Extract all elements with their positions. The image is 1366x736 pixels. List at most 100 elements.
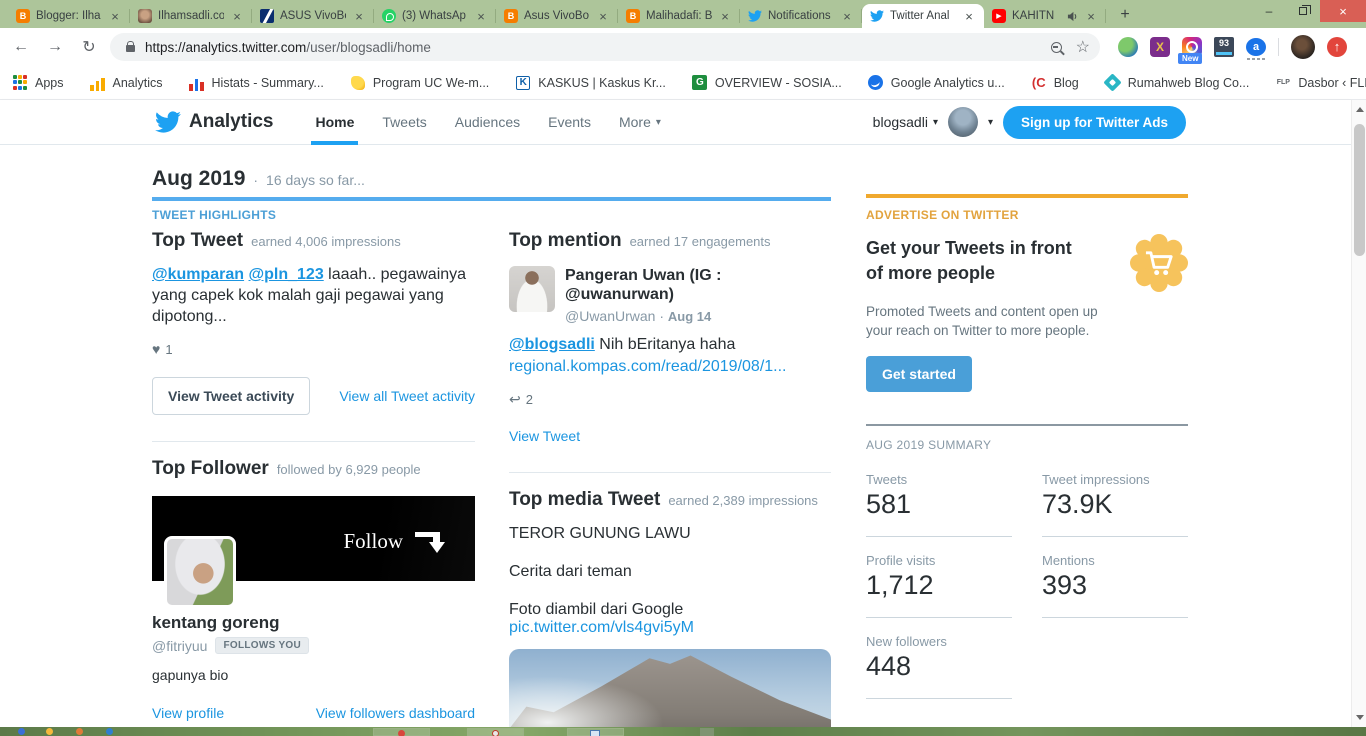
instagram-extension-icon[interactable]: New [1178,37,1203,64]
profile-avatar[interactable] [947,107,978,137]
reload-button[interactable]: ↻ [76,34,102,60]
bookmark-rumahweb[interactable]: Rumahweb Blog Co... [1103,73,1249,92]
tab-title: Blogger: Ilha [36,10,101,22]
bookmark-uc[interactable]: Program UC We-m... [350,75,489,91]
taskbar-icon[interactable] [76,728,83,735]
twitter-logo-icon[interactable] [155,109,181,135]
get-started-button[interactable]: Get started [866,356,972,392]
scrollbar-thumb[interactable] [1354,124,1365,256]
taskbar-icon[interactable] [18,728,25,735]
bookmark-histats[interactable]: Histats - Summary... [189,75,324,91]
tab-asus-vivobook-2[interactable]: B Asus VivoBo × [496,4,618,28]
taskbar-app-button[interactable] [567,728,624,736]
taskbar-app-button[interactable] [373,728,430,736]
forward-button[interactable]: → [42,34,68,60]
view-tweet-activity-button[interactable]: View Tweet activity [152,377,311,415]
account-dropdown[interactable]: blogsadli ▾ [873,114,938,130]
follower-name[interactable]: kentang goreng [152,613,475,633]
view-tweet-link[interactable]: View Tweet [509,428,580,444]
window-close-button[interactable]: × [1320,0,1366,22]
tab-youtube-kahitna[interactable]: ▶ KAHITN × [984,4,1106,28]
nav-item-home[interactable]: Home [311,100,359,145]
scroll-down-arrow[interactable] [1352,710,1366,725]
mention-author-handle[interactable]: @UwanUrwan [565,308,655,324]
view-all-tweet-activity-link[interactable]: View all Tweet activity [339,388,475,404]
tab-close-icon[interactable]: × [474,9,488,24]
tab-close-icon[interactable]: × [352,9,366,24]
analytics-brand[interactable]: Analytics [189,111,273,133]
chevron-down-icon[interactable]: ▾ [988,117,993,128]
tab-audio-speaker-icon[interactable] [1067,11,1078,22]
zoom-indicator-icon[interactable] [1050,41,1062,53]
window-restore-button[interactable] [1286,0,1320,22]
follower-banner-image[interactable]: Follow [152,496,475,608]
follower-handle[interactable]: @fitriyuu [152,638,207,654]
a-translate-extension-icon[interactable]: a [1246,38,1266,60]
bookmark-star-icon[interactable]: ☆ [1076,37,1090,57]
view-followers-dashboard-link[interactable]: View followers dashboard [316,705,475,721]
mention-link-kumparan[interactable]: @kumparan [152,266,244,283]
tab-close-icon[interactable]: × [596,9,610,24]
nav-item-more[interactable]: More ▾ [619,100,661,145]
bookmark-analytics[interactable]: Analytics [90,75,163,91]
bookmark-blog[interactable]: (C Blog [1031,75,1079,91]
taskbar-icon[interactable] [700,728,714,736]
bookmark-flp-dashboard[interactable]: FLP Dasbor ‹ FLP.or.id... [1275,75,1366,91]
bookmark-apps[interactable]: Apps [12,74,64,91]
bookmark-overview[interactable]: G OVERVIEW - SOSIA... [692,75,842,91]
nav-item-audiences[interactable]: Audiences [455,100,520,145]
taskbar-app-button[interactable] [467,728,524,736]
mention-author-name[interactable]: Pangeran Uwan (IG : @uwanurwan) [565,266,831,304]
tab-close-icon[interactable]: × [718,9,732,24]
pic-twitter-link[interactable]: pic.twitter.com/vls4gvi5yM [509,619,694,636]
new-tab-button[interactable]: + [1112,4,1138,26]
idm-extension-icon[interactable] [1118,37,1138,57]
bookmark-google-analytics[interactable]: Google Analytics u... [868,75,1005,91]
purple-x-extension-icon[interactable]: X [1150,37,1170,57]
bookmark-label: Apps [35,75,64,90]
mention-author-avatar[interactable] [509,266,555,312]
tab-close-icon[interactable]: × [962,9,976,24]
nav-item-events[interactable]: Events [548,100,591,145]
tab-ilhamsadli[interactable]: Ilhamsadli.co × [130,4,252,28]
counter-extension-icon[interactable]: 93 [1214,37,1234,57]
signup-twitter-ads-button[interactable]: Sign up for Twitter Ads [1003,105,1186,139]
tab-close-icon[interactable]: × [1084,9,1098,24]
nav-item-tweets[interactable]: Tweets [382,100,426,145]
reply-icon[interactable]: ↩ [509,391,521,408]
tab-whatsapp[interactable]: (3) WhatsAp × [374,4,496,28]
back-button[interactable]: ← [8,34,34,60]
scroll-up-arrow[interactable] [1352,102,1366,117]
kompas-article-link[interactable]: regional.kompas.com/read/2019/08/1... [509,356,831,377]
bookmark-kaskus[interactable]: K KASKUS | Kaskus Kr... [515,75,666,91]
tab-asus-vivobook[interactable]: ASUS VivoBo × [252,4,374,28]
view-profile-link[interactable]: View profile [152,705,224,721]
update-arrow-icon[interactable]: ↑ [1327,37,1347,57]
tab-close-icon[interactable]: × [108,9,122,24]
stat-tweets: Tweets 581 [866,472,1012,537]
heart-icon[interactable]: ♥ [152,341,160,357]
follow-arrow-icon [415,528,449,554]
taskbar-icon[interactable] [46,728,53,735]
tab-bar: B Blogger: Ilha × Ilhamsadli.co × ASUS V… [0,0,1366,28]
tab-malihadafi[interactable]: B Malihadafi: B × [618,4,740,28]
middle-column: Top mention earned 17 engagements Panger… [509,230,831,727]
mention-link-pln123[interactable]: @pln_123 [249,266,324,283]
tab-blogger-ilha[interactable]: B Blogger: Ilha × [8,4,130,28]
lock-icon[interactable] [126,40,135,52]
url-text[interactable]: https://analytics.twitter.com/user/blogs… [145,40,431,55]
taskbar-icon[interactable] [106,728,113,735]
tab-close-icon[interactable]: × [230,9,244,24]
window-minimize-button[interactable]: – [1252,0,1286,22]
address-bar[interactable]: https://analytics.twitter.com/user/blogs… [110,33,1100,61]
youtube-favicon-icon: ▶ [992,9,1006,23]
vertical-scrollbar[interactable] [1351,100,1366,727]
follower-avatar[interactable] [164,536,236,608]
browser-profile-avatar[interactable] [1291,35,1315,59]
windows-taskbar[interactable] [0,727,1366,736]
mention-link-blogsadli[interactable]: @blogsadli [509,336,595,353]
tab-twitter-analytics-active[interactable]: Twitter Anal × [862,4,984,28]
tab-close-icon[interactable]: × [840,9,854,24]
tab-notifications[interactable]: Notifications × [740,4,862,28]
media-photo-volcano[interactable] [509,649,831,727]
